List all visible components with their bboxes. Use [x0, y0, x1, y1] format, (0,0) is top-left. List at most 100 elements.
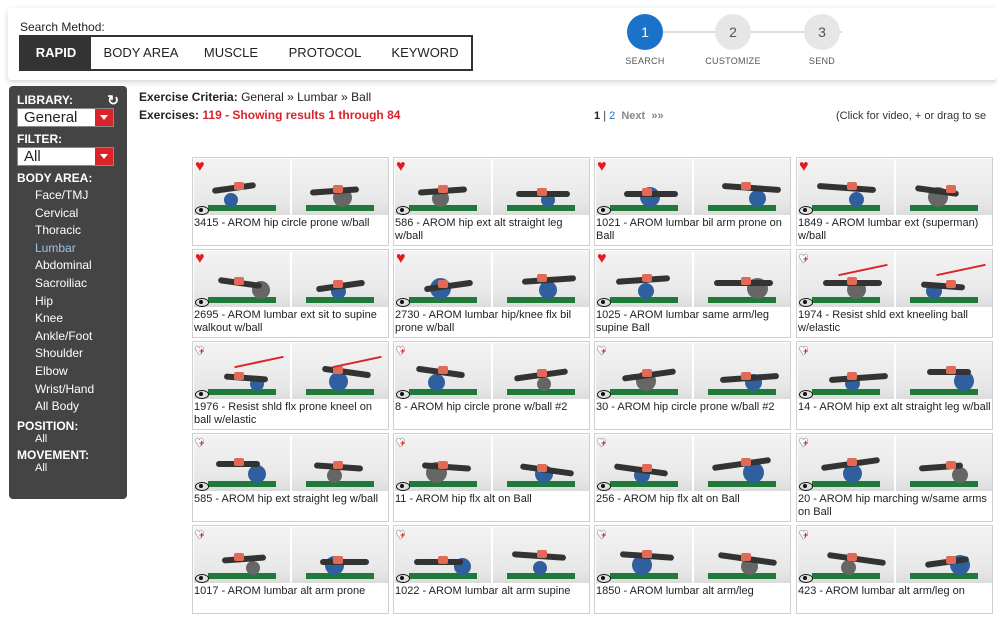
exercise-image[interactable] — [292, 159, 388, 215]
add-favorite-heart-icon[interactable]: ♥ — [396, 343, 405, 358]
exercise-thumbnails[interactable] — [596, 527, 790, 583]
favorite-heart-icon[interactable]: ♥ — [597, 159, 607, 175]
exercise-card[interactable]: ♥ 423 - AROM lumbar alt arm/leg on — [796, 525, 993, 614]
exercise-thumbnails[interactable] — [395, 251, 589, 307]
exercise-image[interactable] — [493, 159, 589, 215]
exercise-thumbnails[interactable] — [596, 435, 790, 491]
exercise-caption[interactable]: 20 - AROM hip marching w/same arms on Ba… — [798, 493, 992, 519]
exercise-caption[interactable]: 1974 - Resist shld ext kneeling ball w/e… — [798, 309, 992, 335]
exercise-image[interactable] — [292, 435, 388, 491]
exercise-caption[interactable]: 585 - AROM hip ext straight leg w/ball — [194, 493, 388, 506]
exercise-image[interactable] — [896, 159, 992, 215]
add-favorite-heart-icon[interactable]: ♥ — [799, 343, 808, 358]
exercise-thumbnails[interactable] — [194, 435, 388, 491]
exercise-image[interactable] — [493, 251, 589, 307]
exercise-thumbnails[interactable] — [395, 527, 589, 583]
eye-icon[interactable] — [396, 390, 410, 399]
exercise-image[interactable] — [292, 251, 388, 307]
exercise-thumbnails[interactable] — [194, 251, 388, 307]
eye-icon[interactable] — [799, 298, 813, 307]
eye-icon[interactable] — [597, 482, 611, 491]
exercise-image[interactable] — [694, 343, 790, 399]
exercise-image[interactable] — [493, 343, 589, 399]
tab-muscle[interactable]: MUSCLE — [191, 37, 271, 69]
exercise-caption[interactable]: 11 - AROM hip flx alt on Ball — [395, 493, 589, 506]
exercise-card[interactable]: ♥ 1850 - AROM lumbar alt arm/leg — [594, 525, 791, 614]
eye-icon[interactable] — [195, 390, 209, 399]
exercise-card[interactable]: ♥ 20 - AROM hip marching w/same arms on B… — [796, 433, 993, 522]
exercise-caption[interactable]: 8 - AROM hip circle prone w/ball #2 — [395, 401, 589, 414]
body-area-item[interactable]: Abdominal — [35, 257, 119, 275]
add-favorite-heart-icon[interactable]: ♥ — [195, 343, 204, 358]
exercise-caption[interactable]: 3415 - AROM hip circle prone w/ball — [194, 217, 388, 230]
exercise-card[interactable]: ♥ 11 - AROM hip flx alt on Ball — [393, 433, 590, 522]
exercise-card[interactable]: ♥ 1976 - Resist shld flx prone kneel on b… — [192, 341, 389, 430]
step-send[interactable]: 3 SEND — [792, 14, 852, 66]
exercise-caption[interactable]: 423 - AROM lumbar alt arm/leg on — [798, 585, 992, 598]
exercise-image[interactable] — [896, 527, 992, 583]
exercise-card[interactable]: ♥ 14 - AROM hip ext alt straight leg w/ba… — [796, 341, 993, 430]
eye-icon[interactable] — [195, 206, 209, 215]
body-area-item[interactable]: All Body — [35, 398, 119, 416]
add-favorite-heart-icon[interactable]: ♥ — [799, 251, 808, 266]
exercise-thumbnails[interactable] — [798, 251, 992, 307]
step-search[interactable]: 1 SEARCH — [615, 14, 675, 66]
exercise-thumbnails[interactable] — [194, 159, 388, 215]
add-favorite-heart-icon[interactable]: ♥ — [396, 527, 405, 542]
body-area-item[interactable]: Thoracic — [35, 222, 119, 240]
exercise-thumbnails[interactable] — [596, 159, 790, 215]
eye-icon[interactable] — [396, 482, 410, 491]
exercise-caption[interactable]: 1021 - AROM lumbar bil arm prone on Ball — [596, 217, 790, 243]
exercise-thumbnails[interactable] — [596, 251, 790, 307]
eye-icon[interactable] — [597, 298, 611, 307]
library-select[interactable]: General — [17, 108, 114, 127]
exercise-image[interactable] — [292, 343, 388, 399]
body-area-item[interactable]: Wrist/Hand — [35, 381, 119, 399]
exercise-card[interactable]: ♥ 2695 - AROM lumbar ext sit to supine wa… — [192, 249, 389, 338]
tab-protocol[interactable]: PROTOCOL — [271, 37, 379, 69]
exercise-card[interactable]: ♥ 1974 - Resist shld ext kneeling ball w/… — [796, 249, 993, 338]
exercise-card[interactable]: ♥ 8 - AROM hip circle prone w/ball #2 — [393, 341, 590, 430]
page-2-link[interactable]: 2 — [609, 110, 615, 122]
eye-icon[interactable] — [195, 298, 209, 307]
exercise-thumbnails[interactable] — [194, 343, 388, 399]
exercise-card[interactable]: ♥ 586 - AROM hip ext alt straight leg w/b… — [393, 157, 590, 246]
exercise-caption[interactable]: 1017 - AROM lumbar alt arm prone — [194, 585, 388, 598]
exercise-card[interactable]: ♥ 3415 - AROM hip circle prone w/ball — [192, 157, 389, 246]
exercise-image[interactable] — [896, 435, 992, 491]
eye-icon[interactable] — [195, 574, 209, 583]
add-favorite-heart-icon[interactable]: ♥ — [597, 435, 606, 450]
favorite-heart-icon[interactable]: ♥ — [195, 159, 205, 175]
tab-rapid[interactable]: RAPID — [21, 37, 91, 69]
exercise-caption[interactable]: 256 - AROM hip flx alt on Ball — [596, 493, 790, 506]
exercise-image[interactable] — [292, 527, 388, 583]
exercise-caption[interactable]: 586 - AROM hip ext alt straight leg w/ba… — [395, 217, 589, 243]
exercise-caption[interactable]: 1850 - AROM lumbar alt arm/leg — [596, 585, 790, 598]
eye-icon[interactable] — [597, 574, 611, 583]
eye-icon[interactable] — [396, 206, 410, 215]
next-link[interactable]: Next — [621, 110, 645, 122]
next-arrows-icon[interactable]: »» — [651, 110, 663, 122]
exercise-card[interactable]: ♥ 1017 - AROM lumbar alt arm prone — [192, 525, 389, 614]
exercise-caption[interactable]: 14 - AROM hip ext alt straight leg w/bal… — [798, 401, 992, 414]
body-area-item[interactable]: Shoulder — [35, 345, 119, 363]
eye-icon[interactable] — [799, 482, 813, 491]
body-area-item[interactable]: Cervical — [35, 205, 119, 223]
exercise-thumbnails[interactable] — [798, 435, 992, 491]
filter-select[interactable]: All — [17, 147, 114, 166]
favorite-heart-icon[interactable]: ♥ — [597, 251, 607, 267]
exercise-caption[interactable]: 1976 - Resist shld flx prone kneel on ba… — [194, 401, 388, 427]
exercise-thumbnails[interactable] — [395, 159, 589, 215]
body-area-item[interactable]: Elbow — [35, 363, 119, 381]
favorite-heart-icon[interactable]: ♥ — [396, 251, 406, 267]
exercise-caption[interactable]: 1849 - AROM lumbar ext (superman) w/ball — [798, 217, 992, 243]
tab-keyword[interactable]: KEYWORD — [379, 37, 471, 69]
eye-icon[interactable] — [799, 390, 813, 399]
body-area-item[interactable]: Ankle/Foot — [35, 328, 119, 346]
add-favorite-heart-icon[interactable]: ♥ — [195, 527, 204, 542]
eye-icon[interactable] — [195, 482, 209, 491]
eye-icon[interactable] — [597, 390, 611, 399]
eye-icon[interactable] — [799, 206, 813, 215]
movement-value[interactable]: All — [35, 462, 119, 475]
exercise-card[interactable]: ♥ 256 - AROM hip flx alt on Ball — [594, 433, 791, 522]
